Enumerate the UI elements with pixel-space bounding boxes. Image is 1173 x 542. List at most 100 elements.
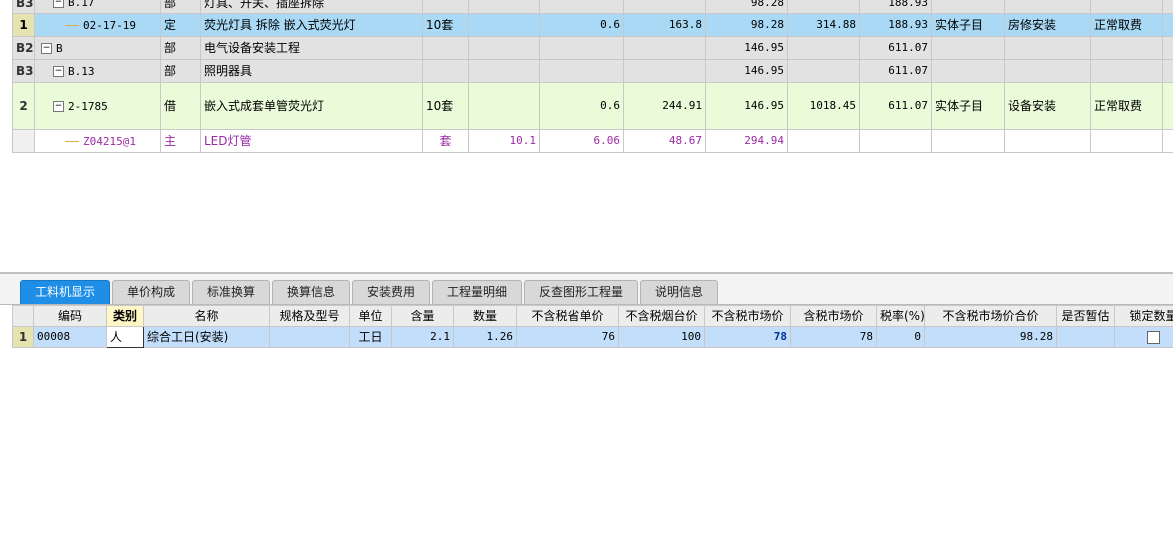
cell-speciality[interactable] — [1004, 129, 1091, 153]
cell-price1[interactable]: 244.91 — [623, 82, 706, 130]
tab-graphic-quantity[interactable]: 反查图形工程量 — [524, 280, 638, 304]
subitem-row[interactable]: B3− B.13 部照明器具 146.95 611.07 — [12, 59, 1173, 83]
collapse-icon[interactable]: − — [53, 0, 64, 8]
cell-speciality[interactable] — [1004, 0, 1091, 14]
cell-price1[interactable] — [623, 59, 706, 83]
material-is-estimate[interactable] — [1056, 326, 1115, 348]
cell-content[interactable] — [468, 82, 540, 130]
cell-price1[interactable]: 48.67 — [623, 129, 706, 153]
material-tax-market-price[interactable]: 78 — [790, 326, 877, 348]
subitem-row[interactable]: Z04215@1 主 LED灯管套 10.1 6.06 48.67 294.94 — [12, 129, 1173, 153]
cell-price1[interactable]: 163.8 — [623, 13, 706, 37]
lock-quantity-checkbox[interactable] — [1147, 331, 1160, 344]
row-number[interactable]: 1 — [12, 326, 34, 348]
material-quantity[interactable]: 1.26 — [453, 326, 517, 348]
header-quantity[interactable]: 数量 — [453, 305, 517, 327]
cell-price3[interactable] — [787, 59, 860, 83]
cell-price3[interactable]: 314.88 — [787, 13, 860, 37]
cell-price3[interactable] — [787, 0, 860, 14]
cell-content[interactable] — [468, 0, 540, 14]
row-number[interactable]: B3 — [12, 0, 35, 14]
material-name[interactable]: 综合工日(安装) — [143, 326, 270, 348]
header-name[interactable]: 名称 — [143, 305, 270, 327]
cell-price4[interactable]: 188.93 — [859, 0, 932, 14]
cell-quantity[interactable] — [539, 36, 624, 60]
header-spec[interactable]: 规格及型号 — [269, 305, 350, 327]
tab-quantity-detail[interactable]: 工程量明细 — [432, 280, 522, 304]
header-code[interactable]: 编码 — [33, 305, 107, 327]
cell-content[interactable]: 10.1 — [468, 129, 540, 153]
cell-fee-type[interactable] — [1090, 36, 1163, 60]
cell-content[interactable] — [468, 36, 540, 60]
cell-name[interactable]: LED灯管 — [200, 129, 423, 153]
cell-fee-type[interactable] — [1090, 0, 1163, 14]
header-category[interactable]: 类别 — [106, 305, 144, 327]
cell-type[interactable]: 部 — [160, 36, 201, 60]
cell-price4[interactable]: 188.93 — [859, 13, 932, 37]
row-number[interactable] — [12, 129, 35, 153]
cell-price2[interactable]: 146.95 — [705, 59, 788, 83]
cell-price2[interactable]: 98.28 — [705, 0, 788, 14]
cell-unit[interactable]: 10套 — [422, 82, 469, 130]
cell-price3[interactable] — [787, 36, 860, 60]
collapse-icon[interactable]: − — [53, 100, 64, 112]
cell-type[interactable]: 定 — [160, 13, 201, 37]
tab-conversion-info[interactable]: 换算信息 — [272, 280, 350, 304]
cell-type[interactable]: 部 — [160, 0, 201, 14]
header-provincial-price[interactable]: 不含税省单价 — [516, 305, 619, 327]
row-number[interactable]: B2 — [12, 36, 35, 60]
cell-type[interactable]: 借 — [160, 82, 201, 130]
cell-quantity[interactable] — [539, 0, 624, 14]
header-is-estimate[interactable]: 是否暂估 — [1056, 305, 1115, 327]
header-market-price[interactable]: 不含税市场价 — [704, 305, 791, 327]
cell-category[interactable] — [931, 59, 1005, 83]
subitem-row[interactable]: B3− B.17 部灯具、开关、插座拆除 98.28 188.93 — [12, 0, 1173, 14]
cell-category[interactable]: 实体子目 — [931, 82, 1005, 130]
cell-code[interactable]: Z04215@1 — [34, 129, 161, 153]
tab-standard-conversion[interactable]: 标准换算 — [192, 280, 270, 304]
cell-price2[interactable]: 294.94 — [705, 129, 788, 153]
cell-code[interactable]: 02-17-19 — [34, 13, 161, 37]
cell-price4[interactable]: 611.07 — [859, 36, 932, 60]
cell-name[interactable]: 嵌入式成套单管荧光灯 — [200, 82, 423, 130]
cell-content[interactable] — [468, 59, 540, 83]
header-tax-market-price[interactable]: 含税市场价 — [790, 305, 877, 327]
cell-type[interactable]: 主 — [160, 129, 201, 153]
row-number[interactable]: B3 — [12, 59, 35, 83]
cell-name[interactable]: 荧光灯具 拆除 嵌入式荧光灯 — [200, 13, 423, 37]
cell-category[interactable]: 实体子目 — [931, 13, 1005, 37]
cell-quantity[interactable]: 0.6 — [539, 13, 624, 37]
material-row[interactable]: 1 00008 人 综合工日(安装) 工日 2.1 1.26 76 100 78… — [12, 326, 1173, 348]
cell-speciality[interactable] — [1004, 36, 1091, 60]
material-market-price[interactable]: 78 — [704, 326, 791, 348]
material-content[interactable]: 2.1 — [391, 326, 454, 348]
cell-price4[interactable]: 611.07 — [859, 59, 932, 83]
cell-name[interactable]: 灯具、开关、插座拆除 — [200, 0, 423, 14]
tab-material-display[interactable]: 工料机显示 — [20, 280, 110, 304]
cell-code[interactable]: −2-1785 — [34, 82, 161, 130]
cell-content[interactable] — [468, 13, 540, 37]
row-number[interactable]: 1 — [12, 13, 35, 37]
cell-fee-type[interactable] — [1090, 129, 1163, 153]
cell-price3[interactable] — [787, 129, 860, 153]
cell-price1[interactable] — [623, 36, 706, 60]
cell-quantity[interactable]: 0.6 — [539, 82, 624, 130]
cell-unit[interactable] — [422, 36, 469, 60]
subitem-row[interactable]: 1 02-17-19 定荧光灯具 拆除 嵌入式荧光灯 10套 0.6 163.8 98.28… — [12, 13, 1173, 37]
cell-category[interactable] — [931, 36, 1005, 60]
header-market-total[interactable]: 不含税市场价合价 — [924, 305, 1057, 327]
header-content[interactable]: 含量 — [391, 305, 454, 327]
row-number[interactable]: 2 — [12, 82, 35, 130]
material-code[interactable]: 00008 — [33, 326, 107, 348]
cell-name[interactable]: 照明器具 — [200, 59, 423, 83]
material-provincial-price[interactable]: 76 — [516, 326, 619, 348]
cell-quantity[interactable] — [539, 59, 624, 83]
cell-speciality[interactable] — [1004, 59, 1091, 83]
cell-price2[interactable]: 146.95 — [705, 36, 788, 60]
subitem-row[interactable]: B2− B 部电气设备安装工程 146.95 611.07 — [12, 36, 1173, 60]
cell-speciality[interactable]: 房修安装 — [1004, 13, 1091, 37]
header-tax-rate[interactable]: 税率(%) — [876, 305, 925, 327]
collapse-icon[interactable]: − — [53, 65, 64, 77]
cell-code[interactable]: − B — [34, 36, 161, 60]
cell-fee-type[interactable]: 正常取费 — [1090, 82, 1163, 130]
